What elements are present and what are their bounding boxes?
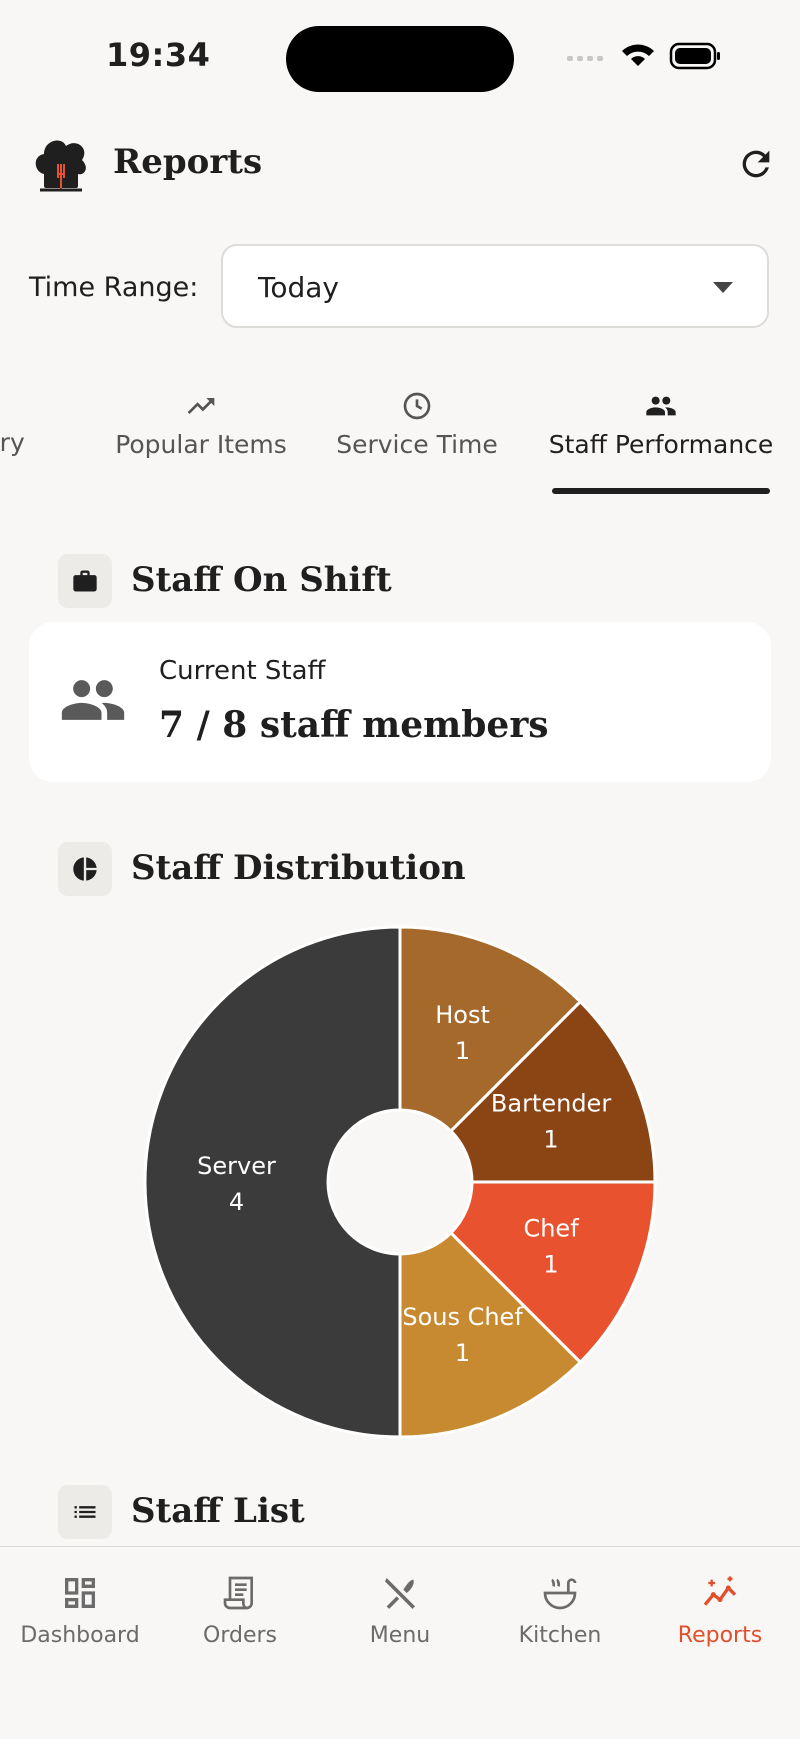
clock-icon [403, 392, 431, 420]
pie-label-sous-chef: Sous Chef [402, 1303, 523, 1331]
pie-label-bartender: Bartender [491, 1089, 611, 1117]
nav-dashboard[interactable]: Dashboard [5, 1573, 155, 1648]
pie-value-host: 1 [455, 1037, 470, 1065]
active-tab-indicator [552, 488, 770, 494]
section-title-staff-list: Staff List [131, 1491, 305, 1531]
nav-label: Orders [203, 1623, 277, 1648]
tab-popular-items[interactable]: Popular Items [110, 390, 292, 459]
section-title-staff-distribution: Staff Distribution [131, 848, 466, 888]
tab-service-time[interactable]: Service Time [330, 390, 504, 459]
chef-hat-logo-icon [35, 140, 86, 192]
pie-value-server: 4 [229, 1188, 244, 1216]
refresh-icon[interactable] [736, 144, 776, 184]
status-icons [567, 42, 720, 70]
chart-sparkle-icon [703, 1576, 737, 1606]
pie-label-server: Server [197, 1152, 276, 1180]
nav-label: Reports [677, 1623, 763, 1648]
caret-down-icon [713, 282, 733, 293]
current-staff-value: 7 / 8 staff members [159, 704, 549, 746]
current-staff-card: Current Staff 7 / 8 staff members [29, 622, 771, 782]
people-icon [646, 396, 676, 416]
battery-icon [669, 42, 720, 70]
section-icon-box [58, 842, 112, 896]
nav-label: Kitchen [518, 1623, 602, 1648]
dynamic-island [286, 26, 514, 92]
current-staff-label: Current Staff [159, 656, 326, 686]
nav-reports[interactable]: Reports [645, 1569, 795, 1648]
tab-label: Service Time [336, 430, 498, 459]
tab-summary[interactable]: mary [0, 428, 25, 457]
receipt-icon [223, 1576, 253, 1610]
page-title: Reports [113, 142, 263, 182]
time-range-label: Time Range: [29, 272, 199, 303]
section-title-staff-on-shift: Staff On Shift [131, 560, 392, 600]
bottom-navigation: Dashboard Orders Menu Kitchen Reports [0, 1546, 800, 1739]
pie-chart-icon [73, 857, 97, 881]
nav-menu[interactable]: Menu [325, 1573, 475, 1648]
nav-label: Menu [369, 1623, 431, 1648]
nav-orders[interactable]: Orders [165, 1573, 315, 1648]
status-time: 19:34 [106, 36, 211, 74]
list-icon [74, 1506, 96, 1518]
wifi-icon [622, 44, 654, 66]
pie-slice-server [143, 925, 402, 1439]
pie-label-chef: Chef [523, 1215, 579, 1243]
pie-value-chef: 1 [543, 1251, 558, 1279]
briefcase-icon [73, 570, 97, 592]
pie-label-host: Host [435, 1001, 490, 1029]
nav-kitchen[interactable]: Kitchen [485, 1573, 635, 1648]
trending-up-icon [187, 398, 215, 414]
tab-label: Staff Performance [548, 430, 774, 459]
nav-label: Dashboard [20, 1623, 140, 1648]
dashboard-icon [65, 1578, 95, 1608]
section-icon-box [58, 1485, 112, 1539]
soup-icon [543, 1578, 577, 1610]
tab-label: Popular Items [115, 430, 287, 459]
staff-distribution-pie-chart: Host 1 Bartender 1 Chef 1 Sous Chef 1 Server 4 [143, 925, 657, 1439]
pie-value-bartender: 1 [543, 1125, 558, 1153]
time-range-select[interactable]: Today [221, 244, 769, 328]
utensils-icon [385, 1578, 415, 1609]
signal-icon [567, 56, 603, 61]
tab-staff-performance[interactable]: Staff Performance [548, 390, 774, 459]
tab-label: mary [0, 428, 25, 457]
section-icon-box [58, 554, 112, 608]
people-icon [61, 680, 125, 720]
pie-value-sous-chef: 1 [455, 1339, 470, 1367]
time-range-value: Today [258, 271, 339, 304]
